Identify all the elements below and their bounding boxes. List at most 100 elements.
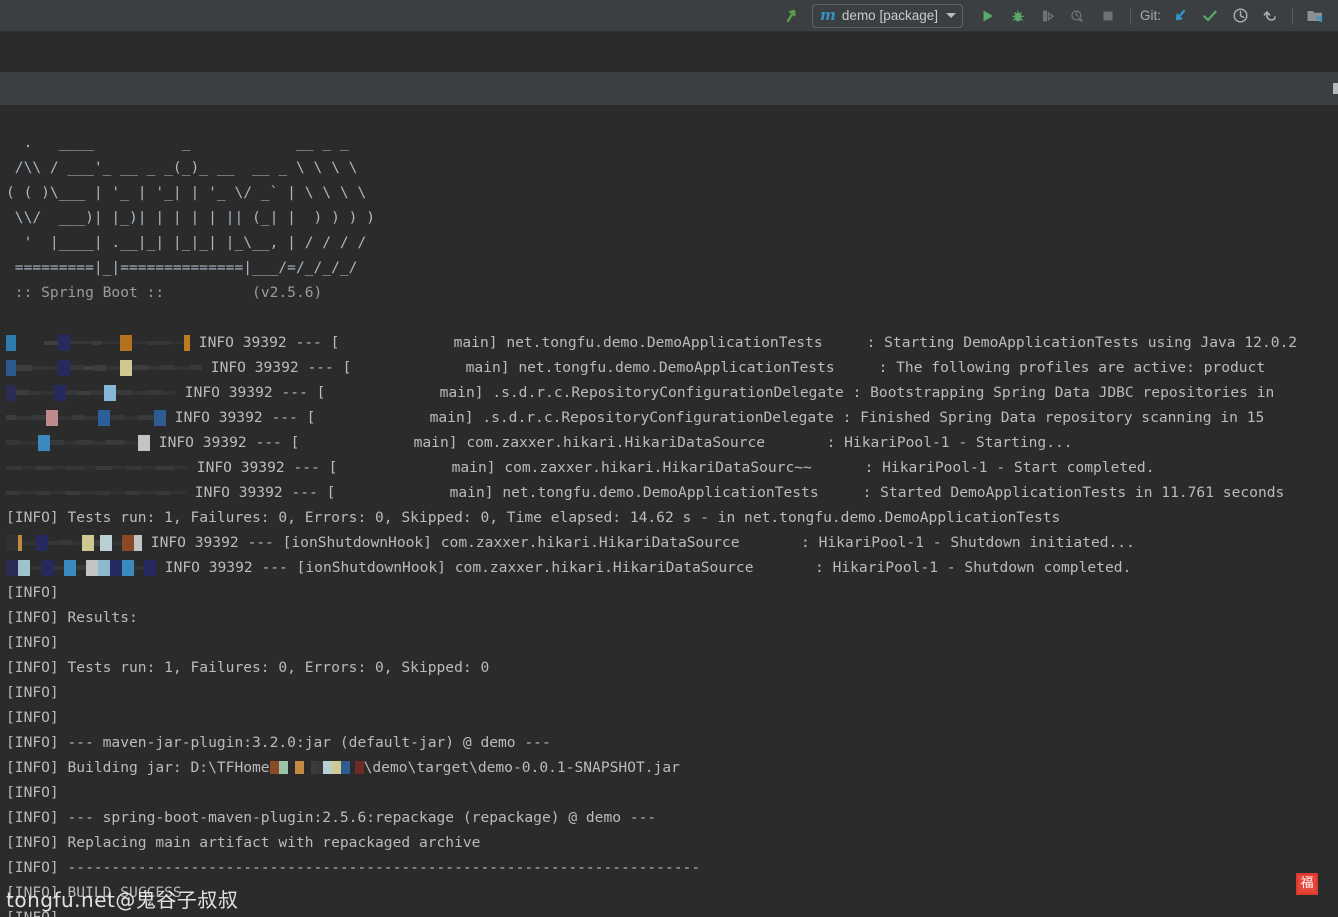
run-icon[interactable] <box>973 3 1003 29</box>
mosaic-block <box>98 559 110 576</box>
log-separator: --- [ <box>284 459 338 476</box>
mosaic-block <box>170 491 186 494</box>
mosaic-block <box>142 466 156 469</box>
folder-settings-icon[interactable] <box>1300 3 1330 29</box>
mosaic-block <box>146 390 162 395</box>
log-level: INFO <box>190 334 243 351</box>
log-message: : Bootstrapping Spring Data JDBC reposit… <box>852 384 1275 401</box>
mosaic-block <box>76 565 86 570</box>
log-pid: 39392 <box>240 459 285 476</box>
censored-path-mosaic <box>269 755 364 780</box>
log-separator: --- <box>238 534 283 551</box>
toolbar-gap <box>0 32 1338 72</box>
mosaic-block <box>6 359 16 376</box>
mosaic-block <box>6 440 20 445</box>
mosaic-block <box>52 466 66 469</box>
mosaic-block <box>30 390 40 395</box>
mosaic-block <box>174 365 190 370</box>
log-row: INFO 39392 --- [ main] .s.d.r.c.Reposito… <box>0 405 1338 430</box>
chevron-down-icon[interactable] <box>945 13 956 18</box>
censored-timestamp-mosaic <box>6 355 202 380</box>
mosaic-block <box>120 334 132 351</box>
log-level: INFO <box>186 484 239 501</box>
mosaic-block <box>112 540 122 545</box>
banner-footer: :: Spring Boot :: (v2.5.6) <box>0 280 1338 305</box>
seal-icon: 福 <box>1296 873 1318 895</box>
mosaic-block <box>138 434 150 451</box>
mosaic-block <box>278 761 288 774</box>
log-pid: 39392 <box>254 359 299 376</box>
rollback-icon[interactable] <box>1255 3 1285 29</box>
commit-check-icon[interactable] <box>1195 3 1225 29</box>
log-row: INFO 39392 --- [ionShutdownHook] com.zax… <box>0 530 1338 555</box>
watermark-text: tongfu.net@鬼谷子叔叔 <box>6 888 239 912</box>
spring-boot-label: :: Spring Boot :: <box>6 284 165 301</box>
up-arrow-icon[interactable] <box>778 3 808 29</box>
mosaic-block <box>100 534 112 551</box>
censored-timestamp-mosaic <box>6 555 156 580</box>
toolbar-divider-2 <box>1292 6 1293 25</box>
mosaic-block <box>102 341 120 344</box>
log-logger: net.tongfu.demo.DemoApplicationTests <box>497 334 867 351</box>
log-separator: --- <box>252 559 297 576</box>
log-level: INFO <box>166 409 219 426</box>
mosaic-block <box>6 334 16 351</box>
log-line: [INFO] <box>6 684 59 701</box>
log-logger: com.zaxxer.hikari.HikariDataSource <box>431 534 801 551</box>
mosaic-block <box>94 364 106 371</box>
mosaic-block <box>126 490 140 495</box>
log-row: INFO 39392 --- [ main] com.zaxxer.hikari… <box>0 455 1338 480</box>
log-level: INFO <box>156 559 209 576</box>
history-clock-icon[interactable] <box>1225 3 1255 29</box>
log-rows-container: INFO 39392 --- [ main] net.tongfu.demo.D… <box>0 330 1338 505</box>
log-thread: [ionShutdownHook] <box>282 534 432 551</box>
building-jar-suffix: \demo\target\demo-0.0.1-SNAPSHOT.jar <box>363 759 680 776</box>
banner-line: ' |____| .__|_| |_|_| |_\__, | / / / / <box>6 234 367 251</box>
log-pid: 39392 <box>208 559 253 576</box>
scrollbar-thumb[interactable] <box>1333 83 1338 94</box>
mosaic-block <box>32 415 46 420</box>
run-configuration-selector[interactable]: m demo [package] <box>812 3 963 28</box>
mosaic-block <box>22 466 36 469</box>
mosaic-block <box>170 341 184 344</box>
mosaic-block <box>138 415 154 420</box>
mosaic-block <box>6 490 20 495</box>
mosaic-block <box>20 440 38 445</box>
mosaic-block <box>156 490 170 495</box>
log-row: INFO 39392 --- [ main] net.tongfu.demo.D… <box>0 330 1338 355</box>
main-toolbar: m demo [package] Git: <box>0 0 1338 32</box>
mosaic-block <box>116 390 132 395</box>
mosaic-block <box>16 390 30 395</box>
mosaic-block <box>122 559 134 576</box>
mosaic-block <box>16 340 44 345</box>
stop-icon <box>1093 3 1123 29</box>
run-console[interactable]: . ____ _ __ _ _ /\\ / ___'_ __ _ _(_)_ _… <box>0 105 1338 917</box>
profile-icon <box>1063 3 1093 29</box>
debug-icon[interactable] <box>1003 3 1033 29</box>
log-level: INFO <box>150 434 203 451</box>
mosaic-block <box>58 334 70 351</box>
mosaic-block <box>66 490 80 495</box>
mosaic-block <box>16 364 32 371</box>
mosaic-block <box>96 490 110 495</box>
log-pid: 39392 <box>218 409 263 426</box>
log-row: INFO 39392 --- [ main] net.tongfu.demo.D… <box>0 355 1338 380</box>
update-project-icon[interactable] <box>1165 3 1195 29</box>
mosaic-block <box>40 390 54 395</box>
log-row: INFO 39392 --- [ main] net.tongfu.demo.D… <box>0 480 1338 505</box>
log-logger: .s.d.r.c.RepositoryConfigurationDelegate <box>473 409 843 426</box>
log-line: [INFO] --- spring-boot-maven-plugin:2.5.… <box>6 809 657 826</box>
mosaic-block <box>354 761 364 774</box>
log-thread: [ionShutdownHook] <box>296 559 446 576</box>
mosaic-block <box>134 534 142 551</box>
log-message: : HikariPool-1 - Starting... <box>826 434 1073 451</box>
mosaic-block <box>6 415 16 420</box>
tool-window-header <box>0 72 1338 105</box>
building-jar-prefix: [INFO] Building jar: D:\TFHome <box>6 759 270 776</box>
mosaic-block <box>72 415 84 420</box>
mosaic-block <box>294 761 304 774</box>
log-level: INFO <box>202 359 255 376</box>
log-thread: main] <box>299 434 458 451</box>
mosaic-block <box>32 365 44 370</box>
log-message: : HikariPool-1 - Shutdown initiated... <box>801 534 1135 551</box>
